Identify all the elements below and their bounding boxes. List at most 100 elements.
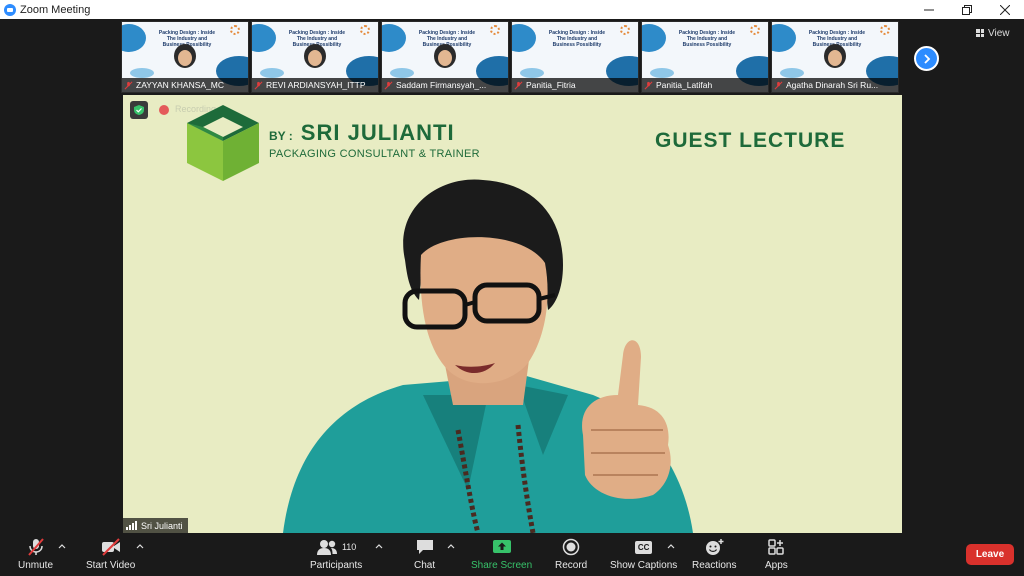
- share-screen-button[interactable]: Share Screen: [471, 537, 532, 571]
- mic-muted-icon: [254, 81, 263, 89]
- close-button[interactable]: [986, 0, 1024, 19]
- slide-decoration: [260, 68, 284, 78]
- captions-options-caret[interactable]: [667, 542, 675, 550]
- share-screen-label: Share Screen: [471, 560, 533, 571]
- unmute-label: Unmute: [18, 560, 54, 571]
- active-speaker-video[interactable]: Recording BY : SRI JULIANTI PACKAGING CO…: [123, 95, 902, 533]
- participant-thumbnail[interactable]: Packing Design : Inside The Industry and…: [511, 21, 639, 93]
- speaker-name-tag: Sri Julianti: [123, 518, 188, 533]
- reactions-icon: [704, 537, 724, 557]
- restore-button[interactable]: [948, 0, 986, 19]
- view-button[interactable]: View: [976, 26, 1010, 40]
- participant-nameplate: Saddam Firmansyah_...: [382, 78, 508, 92]
- chat-label: Chat: [414, 560, 436, 571]
- connection-signal-icon: [126, 521, 137, 530]
- participant-thumbnail[interactable]: Packing Design : Inside The Industry and…: [771, 21, 899, 93]
- mic-muted-icon: [774, 81, 783, 89]
- minimize-icon: [924, 9, 934, 10]
- slide-decoration: [780, 68, 804, 78]
- unmute-button[interactable]: Unmute: [18, 537, 53, 571]
- reactions-label: Reactions: [692, 560, 737, 571]
- grid-view-icon: [976, 29, 984, 37]
- slide-decoration: [490, 25, 500, 35]
- apps-label: Apps: [765, 560, 788, 571]
- title-bar: Zoom Meeting: [0, 0, 1024, 19]
- participant-nameplate: Agatha Dinarah Sri Ru...: [772, 78, 898, 92]
- participant-video: [170, 44, 200, 78]
- apps-button[interactable]: Apps: [765, 537, 788, 571]
- mic-muted-icon: [644, 81, 653, 89]
- window-title: Zoom Meeting: [20, 3, 91, 16]
- participant-name: ZAYYAN KHANSA_MC: [136, 80, 225, 90]
- participant-name: Panitia_Fitria: [526, 80, 576, 90]
- chevron-up-icon: [375, 544, 383, 549]
- mic-muted-icon: [514, 81, 523, 89]
- slide-decoration: [512, 24, 536, 52]
- start-video-button[interactable]: Start Video: [86, 537, 135, 571]
- participant-name: Agatha Dinarah Sri Ru...: [786, 80, 879, 90]
- share-screen-icon: [492, 537, 512, 557]
- participants-icon: 110: [316, 537, 356, 557]
- window-controls: [910, 0, 1024, 19]
- slide-decoration: [382, 24, 406, 52]
- participant-nameplate: ZAYYAN KHANSA_MC: [122, 78, 248, 92]
- slide-decoration: [390, 68, 414, 78]
- restore-icon: [962, 4, 972, 15]
- video-off-icon: [100, 537, 122, 557]
- participant-name: Saddam Firmansyah_...: [396, 80, 487, 90]
- chevron-up-icon: [136, 544, 144, 549]
- chevron-up-icon: [58, 544, 66, 549]
- slide-decoration: [252, 24, 276, 52]
- captions-icon: CC: [634, 537, 653, 557]
- meeting-toolbar: Unmute Start Video 110 Participants Chat: [0, 533, 1024, 576]
- chevron-right-icon: [923, 53, 930, 64]
- participant-thumbnail[interactable]: Packing Design : Inside The Industry and…: [641, 21, 769, 93]
- chat-icon: [415, 537, 435, 557]
- participant-video: [820, 44, 850, 78]
- participant-nameplate: Panitia_Latifah: [642, 78, 768, 92]
- leave-button[interactable]: Leave: [966, 544, 1014, 565]
- slide-decoration: [880, 25, 890, 35]
- view-label: View: [988, 27, 1010, 39]
- participant-count: 110: [341, 542, 357, 552]
- record-button[interactable]: Record: [555, 537, 587, 571]
- chevron-up-icon: [667, 544, 675, 549]
- participant-name: Panitia_Latifah: [656, 80, 713, 90]
- minimize-button[interactable]: [910, 0, 948, 19]
- slide-decoration: [620, 25, 630, 35]
- participant-thumbnails: Packing Design : Inside The Industry and…: [121, 21, 899, 93]
- reactions-button[interactable]: Reactions: [692, 537, 736, 571]
- video-options-caret[interactable]: [136, 542, 144, 550]
- participants-label: Participants: [310, 560, 363, 571]
- participants-button[interactable]: 110 Participants: [310, 537, 362, 571]
- participant-thumbnail[interactable]: Packing Design : Inside The Industry and…: [121, 21, 249, 93]
- thumbnail-slide-text: Packing Design : Inside The Industry and…: [678, 30, 736, 48]
- slide-decoration: [750, 25, 760, 35]
- show-captions-label: Show Captions: [610, 560, 678, 571]
- participant-thumbnail[interactable]: Packing Design : Inside The Industry and…: [381, 21, 509, 93]
- participant-name: REVI ARDIANSYAH_ITTP: [266, 80, 366, 90]
- chat-button[interactable]: Chat: [414, 537, 435, 571]
- record-label: Record: [555, 560, 588, 571]
- thumbnail-slide-text: Packing Design : Inside The Industry and…: [548, 30, 606, 48]
- slide-decoration: [230, 25, 240, 35]
- participant-video: [300, 44, 330, 78]
- participant-video: [430, 44, 460, 78]
- slide-decoration: [122, 24, 146, 52]
- close-icon: [1000, 4, 1010, 15]
- slide-decoration: [650, 68, 674, 78]
- participants-options-caret[interactable]: [375, 542, 383, 550]
- speaker-figure: [283, 179, 693, 533]
- apps-icon: [767, 537, 785, 557]
- participant-nameplate: Panitia_Fitria: [512, 78, 638, 92]
- record-icon: [562, 537, 580, 557]
- start-video-label: Start Video: [86, 560, 136, 571]
- slide-decoration: [360, 25, 370, 35]
- meeting-stage: Packing Design : Inside The Industry and…: [0, 19, 1024, 533]
- next-page-button[interactable]: [914, 46, 939, 71]
- participant-thumbnail[interactable]: Packing Design : Inside The Industry and…: [251, 21, 379, 93]
- participant-nameplate: REVI ARDIANSYAH_ITTP: [252, 78, 378, 92]
- audio-options-caret[interactable]: [58, 542, 66, 550]
- mic-muted-icon: [26, 537, 46, 557]
- chat-options-caret[interactable]: [447, 542, 455, 550]
